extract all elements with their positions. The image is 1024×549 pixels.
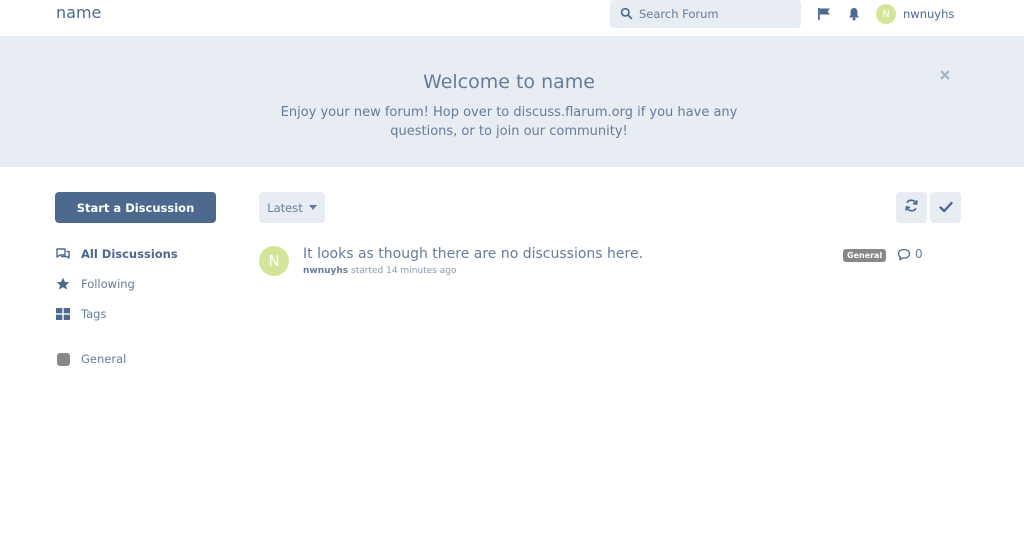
sidebar-item-tags[interactable]: Tags — [55, 306, 106, 322]
hero-title: Welcome to name — [423, 71, 595, 93]
discussion-title[interactable]: It looks as though there are no discussi… — [303, 246, 643, 262]
grid-icon — [55, 306, 71, 322]
sidebar-item-label: All Discussions — [81, 247, 178, 261]
sidebar-item-label: General — [81, 352, 127, 366]
discussion-author-avatar[interactable]: N — [259, 246, 289, 276]
sort-label: Latest — [267, 200, 303, 215]
close-icon[interactable] — [938, 68, 952, 82]
comments-icon — [55, 246, 71, 262]
refresh-button[interactable] — [896, 192, 927, 223]
hero-text: Enjoy your new forum! Hop over to discus… — [280, 105, 738, 139]
bell-icon[interactable] — [846, 6, 862, 22]
reply-count: 0 — [897, 247, 923, 261]
search-box[interactable] — [610, 0, 801, 28]
discussion-time: started 14 minutes ago — [351, 266, 457, 276]
mark-all-read-button[interactable] — [930, 192, 961, 223]
discussion-author[interactable]: nwnuyhs — [303, 266, 348, 276]
star-icon — [55, 276, 71, 292]
sidebar-item-general[interactable]: General — [55, 351, 126, 367]
refresh-icon — [904, 198, 919, 217]
tag-swatch-icon — [55, 351, 71, 367]
tag-badge-general[interactable]: General — [843, 249, 887, 262]
header: name N nwnuyhs — [0, 0, 1024, 36]
sidebar-item-label: Following — [81, 277, 135, 291]
sidebar-item-following[interactable]: Following — [55, 276, 135, 292]
search-input[interactable] — [639, 7, 789, 21]
start-discussion-button[interactable]: Start a Discussion — [55, 192, 216, 223]
sort-dropdown[interactable]: Latest — [259, 192, 325, 223]
discussion-meta: nwnuyhs started 14 minutes ago — [303, 266, 456, 276]
forum-title[interactable]: name — [56, 3, 101, 22]
caret-down-icon — [308, 205, 317, 210]
sidebar-item-label: Tags — [81, 307, 107, 321]
sidebar-item-all-discussions[interactable]: All Discussions — [55, 246, 178, 262]
comment-icon — [897, 247, 911, 261]
flag-icon[interactable] — [816, 6, 832, 22]
welcome-hero: Welcome to name Enjoy your new forum! Ho… — [0, 36, 1024, 167]
reply-count-value: 0 — [915, 247, 923, 261]
user-avatar[interactable]: N — [876, 4, 896, 24]
search-icon — [620, 5, 633, 24]
check-icon — [938, 198, 953, 217]
username[interactable]: nwnuyhs — [903, 7, 954, 21]
